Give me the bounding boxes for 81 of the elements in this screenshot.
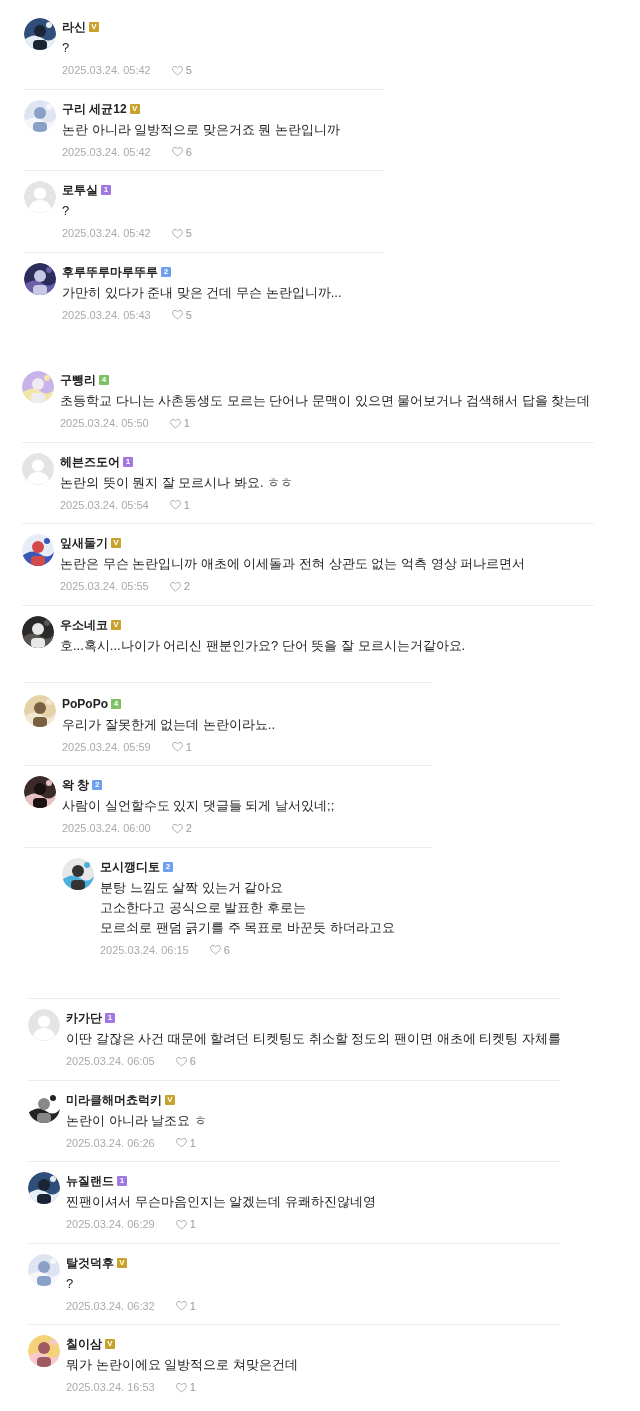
level-badge: 1 [123,456,133,467]
comment-text: 논란 아니라 일방적으로 맞은거죠 뭔 논란입니까 [62,120,341,139]
comment-text: 초등학교 다니는 사촌동생도 모르는 단어나 문맥이 있으면 물어보거나 검색해서 답을 찾는데 [60,392,591,410]
author-name[interactable]: 카가단 [66,1010,102,1026]
heart-icon [174,1054,188,1068]
author-name[interactable]: 뉴질랜드 [66,1173,114,1189]
comment-date: 2025.03.24. 05:55 [60,579,149,594]
heart-icon [174,1217,188,1231]
comment-text: 사람이 실언할수도 있지 댓글들 되게 날서있네;; [62,797,335,815]
level-badge: V [89,22,99,32]
author-name[interactable]: 미라클해머쵸럭키 [66,1091,162,1108]
level-badge: 2 [163,861,173,872]
heart-icon [170,308,184,322]
heart-icon [170,821,184,835]
comment-date: 2025.03.24. 06:05 [66,1054,155,1069]
heart-icon [168,416,182,430]
comment-text: 가만히 있다가 준내 맞은 건데 무슨 논란입니까... [62,283,342,302]
heart-icon [170,226,184,240]
level-badge: 1 [105,1013,115,1023]
heart-icon [170,145,184,159]
comment-text: 분탕 느낌도 살짝 있는거 같아요 고소한다고 공식으로 발표한 후로는 모르쇠로 팬덤 긁기를 주 목표로 바꾼듯 하더라고요 [100,878,395,937]
comment-text: 이딴 갈잖은 사건 때문에 할려던 티켓팅도 취소할 정도의 팬이면 애초에 티켓팅 자체를 [66,1030,561,1048]
author-name[interactable]: 라신 [62,19,86,35]
comment-date: 2025.03.24. 05:43 [62,307,151,323]
author-name[interactable]: 구리 세균12 [62,100,127,117]
comment-date: 2025.03.24. 06:15 [100,942,189,958]
avatar-icon [22,452,54,485]
author-name[interactable]: 로투실 [62,182,98,198]
heart-icon [174,1380,188,1394]
heart-icon [174,1299,188,1313]
level-badge: V [111,619,121,630]
comment-text: 논란은 무슨 논란입니까 애초에 이세돌과 전혀 상관도 없는 억측 영상 퍼나르면서 [60,555,526,573]
heart-icon [170,740,184,754]
level-badge: 1 [101,185,111,195]
comment-date: 2025.03.24. 06:29 [66,1217,155,1232]
level-badge: V [165,1094,175,1105]
comment-date: 2025.03.24. 05:42 [62,144,151,160]
heart-icon [208,943,222,957]
level-badge: 1 [117,1176,127,1186]
level-badge: 4 [111,698,121,709]
level-badge: 2 [92,780,103,790]
heart-icon [168,498,182,512]
comment-text: ? [62,202,71,220]
comment-text: ? [62,39,71,57]
comment-text: 호...혹시...나이가 어리신 팬분인가요? 단어 뜻을 잘 모르시는거같아요. [60,636,466,655]
comment-text: 논란의 뜻이 뭔지 잘 모르시나 봐요. ㅎㅎ [60,473,294,492]
avatar-icon [28,1009,60,1041]
author-name[interactable]: 왁 창 [62,777,90,793]
avatar-icon [24,181,56,213]
comment-date: 2025.03.24. 05:42 [62,226,151,241]
level-badge: 4 [99,375,109,385]
comment-text: 논란이 아니라 날조요 ㅎ [66,1111,207,1130]
heart-icon [170,63,184,77]
level-badge: V [111,538,121,548]
author-name[interactable]: 탈것덕후 [66,1254,114,1271]
author-name[interactable]: 후루뚜루마루뚜루 [62,263,158,280]
comment-date: 2025.03.24. 05:54 [60,497,149,513]
comment-text: 뭐가 논란이에요 일방적으로 쳐맞은건데 [66,1356,298,1374]
author-name[interactable]: 헤븐즈도어 [60,453,120,470]
comment-date: 2025.03.24. 06:32 [66,1298,155,1314]
level-badge: V [105,1339,115,1349]
comment-date: 2025.03.24. 05:59 [62,739,151,755]
comment-date: 2025.03.24. 16:53 [66,1380,155,1395]
comment-date: 2025.03.24. 06:00 [62,821,151,836]
comment-text: 찐팬이셔서 무슨마음인지는 알겠는데 유쾌하진않네영 [66,1193,376,1211]
comment-date: 2025.03.24. 05:42 [62,63,151,78]
comment-text: 우리가 잘못한게 없는데 논란이라뇨.. [62,715,276,734]
author-name[interactable]: PoPoPo [62,695,108,712]
level-badge: V [129,103,140,114]
comment-date: 2025.03.24. 05:50 [60,416,149,431]
comment-date: 2025.03.24. 06:26 [66,1135,155,1151]
heart-icon [168,579,182,593]
author-name[interactable]: 칠이삼 [66,1336,102,1352]
author-name[interactable]: 모시깽디토 [100,858,160,875]
author-name[interactable]: 구뺑리 [60,372,96,388]
author-name[interactable]: 우소네코 [60,616,108,633]
author-name[interactable]: 잎새둘기 [60,535,108,551]
heart-icon [174,1136,188,1150]
level-badge: 2 [161,266,171,277]
comment-text: ? [66,1274,75,1293]
level-badge: V [117,1257,127,1268]
